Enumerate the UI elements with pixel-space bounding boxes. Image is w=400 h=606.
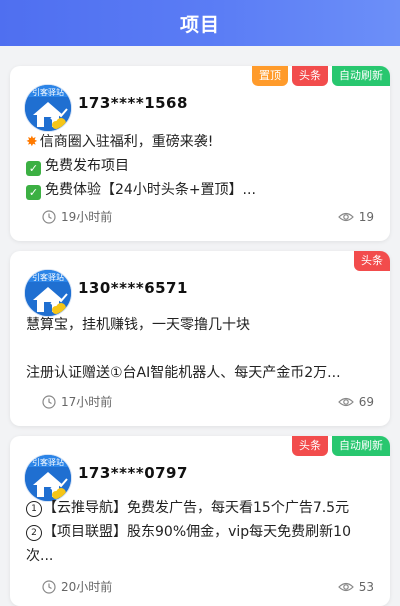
post-content[interactable]: 1 【云推导航】免费发广告，每天看15个广告7.5元 2 【项目联盟】股东90%佣金… [26,496,376,568]
page-title: 项目 [179,13,220,36]
post-time: 17小时前 [61,395,113,409]
circled-number-icon: 2 [26,525,42,541]
tag-headline: 头条 [292,66,328,86]
post-footer: 17小时前 69 [42,393,374,410]
tag-auto-refresh: 自动刷新 [332,436,390,456]
post-footer: 20小时前 53 [42,578,374,595]
poster-phone: 130****6571 [78,279,188,297]
post-content[interactable]: ✸ 信商圈入驻福利，重磅来袭! ✓ 免费发布项目 ✓ 免费体验【24小时头条+置顶】.… [26,130,376,202]
tag-group: 置顶 头条 自动刷新 [252,66,390,86]
circled-number-icon: 1 [26,501,42,517]
poster-phone: 173****1568 [78,94,188,112]
boom-icon: ✸ [26,134,38,150]
tag-group: 头条 自动刷新 [292,436,390,456]
eye-icon [337,212,354,221]
avatar[interactable]: 引客驿站 [24,454,72,502]
post-card[interactable]: 头条 自动刷新 引客驿站 173****0797 1 【云推导航】免费发广告，每天… [10,436,390,606]
svg-text:引客驿站: 引客驿站 [32,87,64,97]
eye-icon [337,397,354,406]
post-time: 20小时前 [61,580,113,594]
tag-headline: 头条 [292,436,328,456]
post-footer: 19小时前 19 [42,208,374,225]
tag-auto-refresh: 自动刷新 [332,66,390,86]
tag-pinned: 置顶 [252,66,288,86]
clock-icon [42,579,56,594]
clock-icon [42,209,56,224]
view-count: 53 [358,579,374,594]
post-card[interactable]: 头条 引客驿站 130****6571 慧算宝，挂机赚钱，一天零撸几十块 注册认… [10,251,390,426]
post-time: 19小时前 [61,210,113,224]
post-content[interactable]: 慧算宝，挂机赚钱，一天零撸几十块 注册认证赠送①台AI智能机器人、每天产金币2万… [26,313,376,385]
svg-text:引客驿站: 引客驿站 [32,272,64,282]
clock-icon [42,394,56,409]
svg-text:引客驿站: 引客驿站 [32,457,64,467]
view-count: 19 [358,209,374,224]
eye-icon [337,582,354,591]
view-count: 69 [358,394,374,409]
check-icon: ✓ [26,185,41,200]
app-header: 项目 [0,0,400,46]
avatar[interactable]: 引客驿站 [24,269,72,317]
check-icon: ✓ [26,161,41,176]
tag-headline: 头条 [354,251,390,271]
poster-phone: 173****0797 [78,464,188,482]
avatar[interactable]: 引客驿站 [24,84,72,132]
tag-group: 头条 [354,251,390,271]
post-card[interactable]: 置顶 头条 自动刷新 引客驿站 173****1568 ✸ 信商圈入驻福利，重磅来… [10,66,390,241]
